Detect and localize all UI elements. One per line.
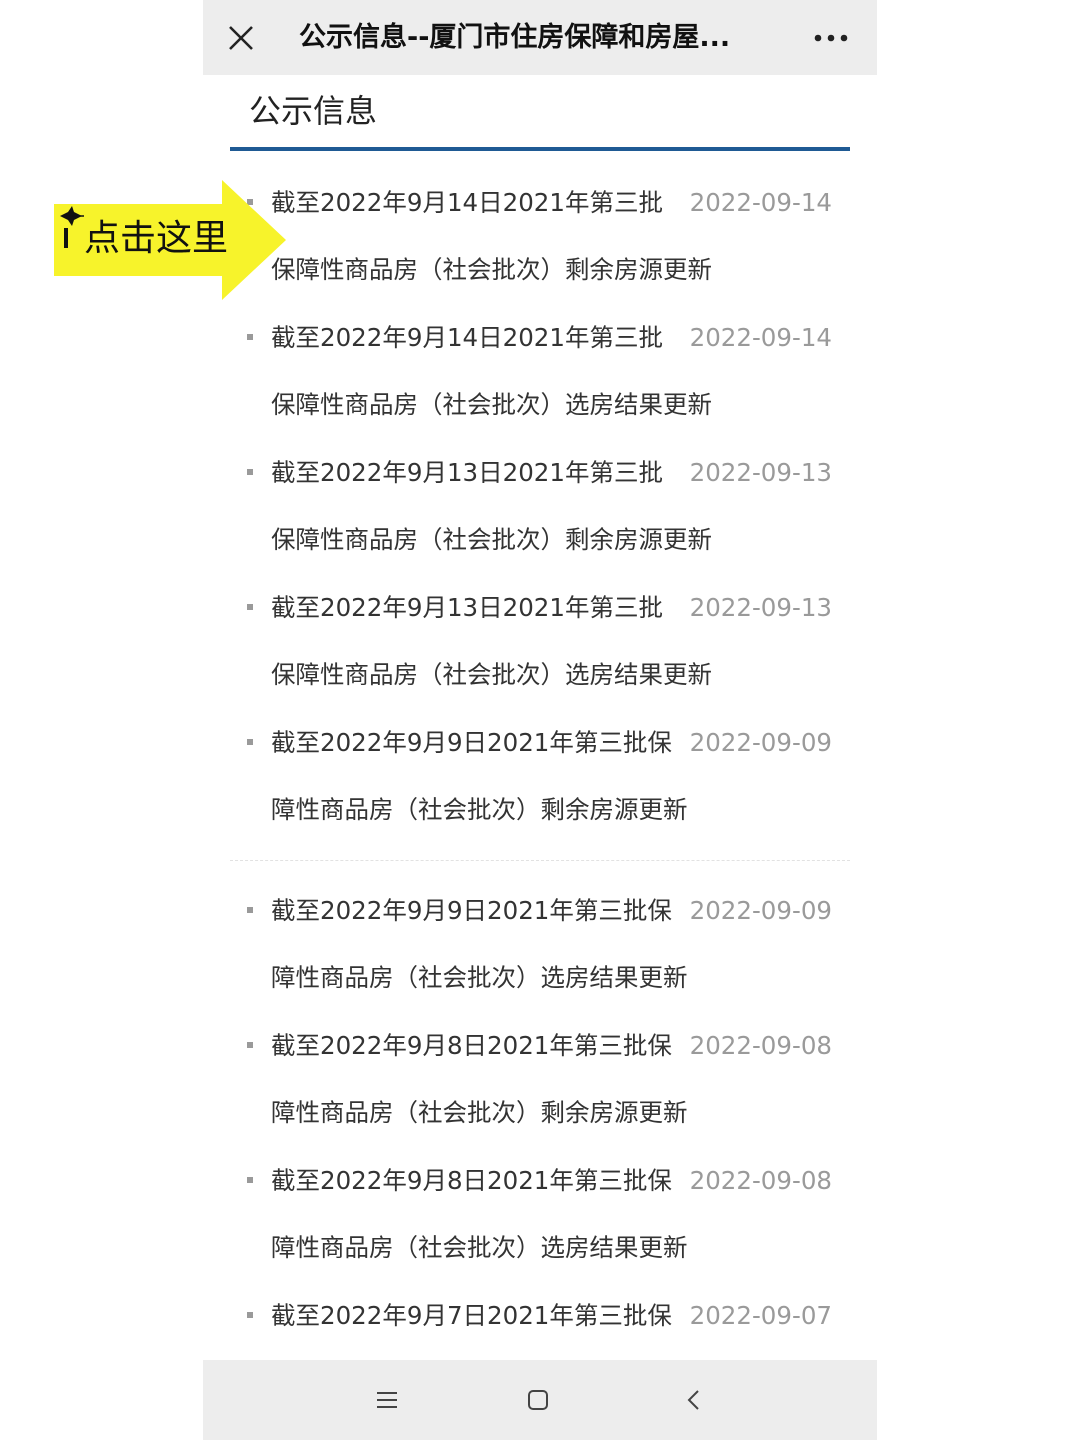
item-date: 2022-09-13 — [689, 458, 832, 487]
click-here-label: 点击这里 — [84, 218, 229, 259]
more-icon — [814, 34, 848, 42]
item-title-line1: 截至2022年9月7日2021年第三批保 — [271, 1301, 672, 1330]
list-item[interactable]: 截至2022年9月14日2021年第三批 2022-09-14 保障性商品房（社… — [230, 170, 850, 305]
bullet-icon — [247, 604, 253, 610]
item-date: 2022-09-14 — [689, 323, 832, 352]
item-title-line1: 截至2022年9月14日2021年第三批 — [271, 188, 663, 217]
list-divider — [230, 860, 850, 861]
notice-list-continued: 截至2022年9月9日2021年第三批保 2022-09-09 障性商品房（社会… — [230, 878, 850, 1418]
item-title-line1: 截至2022年9月13日2021年第三批 — [271, 593, 663, 622]
item-date: 2022-09-14 — [689, 188, 832, 217]
item-title-line2: 保障性商品房（社会批次）剩余房源更新 — [271, 525, 712, 554]
item-date: 2022-09-07 — [689, 1301, 832, 1330]
item-title-line2: 障性商品房（社会批次）剩余房源更新 — [271, 1098, 688, 1127]
section-title: 公示信息 — [249, 92, 378, 130]
back-button[interactable] — [673, 1380, 713, 1420]
item-date: 2022-09-09 — [689, 896, 832, 925]
more-button[interactable] — [807, 18, 855, 58]
notice-list: 截至2022年9月14日2021年第三批 2022-09-14 保障性商品房（社… — [230, 170, 850, 845]
menu-icon — [377, 1392, 397, 1408]
list-item[interactable]: 截至2022年9月8日2021年第三批保 2022-09-08 障性商品房（社会… — [230, 1013, 850, 1148]
close-button[interactable] — [221, 18, 261, 58]
list-item[interactable]: 截至2022年9月9日2021年第三批保 2022-09-09 障性商品房（社会… — [230, 878, 850, 1013]
bullet-icon — [247, 1177, 253, 1183]
item-title-line1: 截至2022年9月9日2021年第三批保 — [271, 896, 672, 925]
bullet-icon — [247, 739, 253, 745]
bullet-icon — [247, 1312, 253, 1318]
home-icon — [528, 1390, 548, 1410]
bullet-icon — [247, 334, 253, 340]
list-item[interactable]: 截至2022年9月14日2021年第三批 2022-09-14 保障性商品房（社… — [230, 305, 850, 440]
list-item[interactable]: 截至2022年9月13日2021年第三批 2022-09-13 保障性商品房（社… — [230, 440, 850, 575]
item-title-line1: 截至2022年9月9日2021年第三批保 — [271, 728, 672, 757]
list-item[interactable]: 截至2022年9月13日2021年第三批 2022-09-13 保障性商品房（社… — [230, 575, 850, 710]
top-bar: 公示信息--厦门市住房保障和房屋... — [203, 0, 877, 75]
back-icon — [687, 1390, 699, 1410]
item-title-line1: 截至2022年9月14日2021年第三批 — [271, 323, 663, 352]
close-icon — [229, 26, 253, 50]
phone-screen: 公示信息--厦门市住房保障和房屋... 公示信息 截至2022年9月14日202… — [203, 0, 877, 1440]
item-title-line2: 保障性商品房（社会批次）选房结果更新 — [271, 390, 712, 419]
item-title-line1: 截至2022年9月8日2021年第三批保 — [271, 1031, 672, 1060]
item-title-line2: 保障性商品房（社会批次）剩余房源更新 — [271, 255, 712, 284]
item-title-line1: 截至2022年9月8日2021年第三批保 — [271, 1166, 672, 1195]
item-title-line2: 保障性商品房（社会批次）选房结果更新 — [271, 660, 712, 689]
list-item[interactable]: 截至2022年9月8日2021年第三批保 2022-09-08 障性商品房（社会… — [230, 1148, 850, 1283]
section-underline — [230, 147, 850, 151]
item-title-line2: 障性商品房（社会批次）选房结果更新 — [271, 963, 688, 992]
item-date: 2022-09-08 — [689, 1031, 832, 1060]
menu-button[interactable] — [367, 1380, 407, 1420]
item-title-line2: 障性商品房（社会批次）剩余房源更新 — [271, 795, 688, 824]
bullet-icon — [247, 469, 253, 475]
page-title: 公示信息--厦门市住房保障和房屋... — [299, 22, 731, 53]
system-nav-bar — [203, 1360, 877, 1440]
home-button[interactable] — [518, 1380, 558, 1420]
item-date: 2022-09-08 — [689, 1166, 832, 1195]
cursor-icon — [60, 206, 84, 248]
item-title-line1: 截至2022年9月13日2021年第三批 — [271, 458, 663, 487]
bullet-icon — [247, 1042, 253, 1048]
item-date: 2022-09-09 — [689, 728, 832, 757]
list-item[interactable]: 截至2022年9月9日2021年第三批保 2022-09-09 障性商品房（社会… — [230, 710, 850, 845]
bullet-icon — [247, 907, 253, 913]
item-date: 2022-09-13 — [689, 593, 832, 622]
item-title-line2: 障性商品房（社会批次）选房结果更新 — [271, 1233, 688, 1262]
